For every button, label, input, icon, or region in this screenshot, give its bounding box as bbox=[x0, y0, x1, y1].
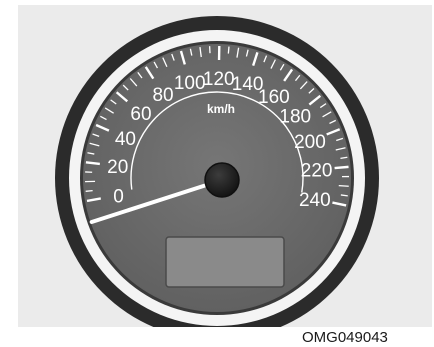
speedometer-gauge: 020406080100120140160180200220240 km/h bbox=[55, 16, 379, 327]
gauge-scale-label: 60 bbox=[130, 104, 151, 125]
gauge-scale-label: 40 bbox=[115, 129, 136, 150]
gauge-major-tick bbox=[334, 165, 349, 170]
speedometer-illustration: 0 20 40 60 80 100 120 140 160 180 200 220 240 km/h O… bbox=[0, 0, 434, 347]
gauge-scale-label: 160 bbox=[258, 87, 290, 108]
gauge-scale-label: 180 bbox=[279, 107, 311, 128]
gauge-scale-label: 120 bbox=[203, 69, 235, 90]
gauge-scale-label: 20 bbox=[107, 157, 128, 178]
gauge-hub bbox=[204, 162, 240, 198]
gauge-scale-label: 0 bbox=[113, 186, 124, 207]
odometer-display bbox=[165, 236, 285, 288]
gauge-minor-tick bbox=[227, 46, 230, 54]
gauge-major-tick bbox=[85, 161, 100, 166]
gauge-scale-label: 100 bbox=[174, 73, 206, 94]
gauge-minor-tick bbox=[338, 184, 349, 187]
gauge-scale-label: 240 bbox=[299, 190, 331, 211]
gauge-scale-label: 220 bbox=[301, 161, 333, 182]
gauge-minor-tick bbox=[85, 189, 93, 192]
gauge-scale-label: 200 bbox=[294, 132, 326, 153]
figure-code: OMG049043 bbox=[302, 329, 388, 346]
gauge-scale-label: 80 bbox=[152, 85, 173, 106]
gauge-unit-label: km/h bbox=[207, 102, 235, 116]
